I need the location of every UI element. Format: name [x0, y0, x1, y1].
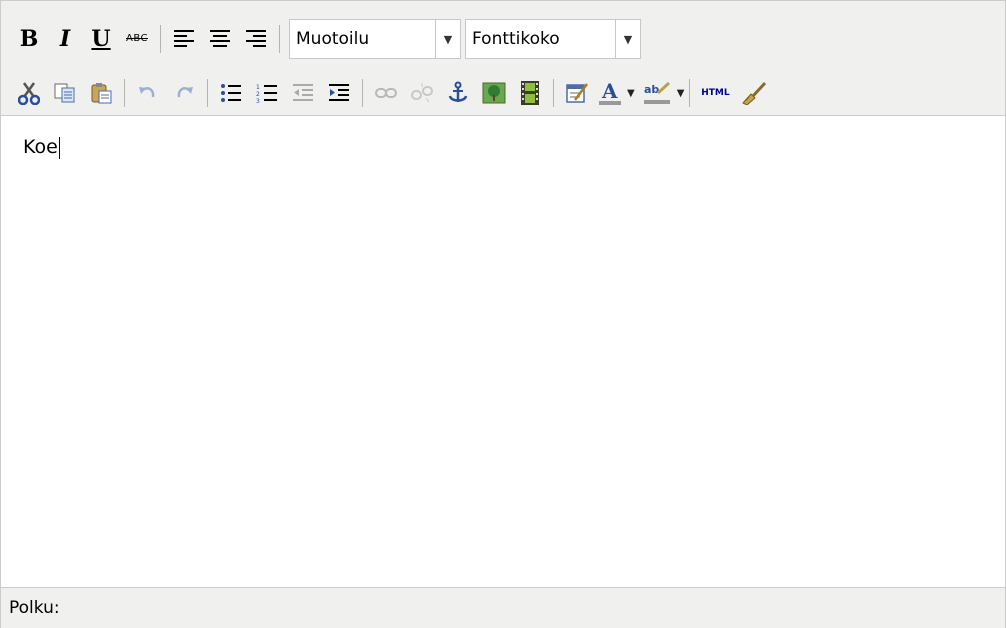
text-color-button[interactable]: A	[595, 75, 625, 111]
content-text: Koe	[23, 136, 58, 158]
chevron-down-icon[interactable]: ▼	[435, 20, 460, 58]
bullet-list-icon	[221, 84, 241, 102]
paste-button[interactable]	[83, 75, 119, 111]
align-left-button[interactable]	[166, 21, 202, 57]
italic-label: I	[59, 26, 71, 52]
numbered-list-icon: 123	[256, 84, 277, 103]
paste-icon	[91, 83, 112, 104]
svg-text:3: 3	[256, 98, 260, 103]
chevron-down-icon[interactable]: ▼	[627, 88, 635, 99]
indent-icon	[329, 84, 349, 101]
toolbar-row-2: 123 A ▼ ab ▼ HTML	[11, 73, 771, 113]
svg-text:2: 2	[256, 91, 260, 98]
fontsize-select-value: Fonttikoko	[472, 29, 560, 49]
toolbar-separator	[362, 79, 363, 107]
outdent-button[interactable]	[285, 75, 321, 111]
toolbar-separator	[124, 79, 125, 107]
toolbar-separator	[279, 25, 280, 53]
anchor-icon	[448, 81, 468, 102]
align-center-button[interactable]	[202, 21, 238, 57]
remove-format-icon	[742, 81, 767, 105]
bold-button[interactable]: B	[11, 21, 47, 57]
cut-button[interactable]	[11, 75, 47, 111]
toolbar-row-1: B I U ABC Muotoilu ▼ Fonttikoko ▼	[11, 19, 641, 59]
align-right-button[interactable]	[238, 21, 274, 57]
highlight-color-icon: ab	[643, 81, 670, 104]
redo-icon	[177, 87, 193, 98]
svg-text:A: A	[601, 80, 618, 103]
text-caret	[58, 136, 60, 159]
rich-text-editor: B I U ABC Muotoilu ▼ Fonttikoko ▼ 1 2 3 …	[0, 0, 1006, 628]
editor-content-area[interactable]: Koe	[1, 116, 1005, 586]
image-icon	[482, 82, 506, 104]
text-color-icon: A	[599, 80, 621, 105]
underline-button[interactable]: U	[83, 21, 119, 57]
svg-text:ab: ab	[644, 83, 659, 96]
strikethrough-label: ABC	[125, 33, 148, 44]
chevron-down-icon[interactable]: ▼	[677, 88, 685, 99]
bullet-list-button[interactable]	[213, 75, 249, 111]
chevron-down-icon[interactable]: ▼	[615, 20, 640, 58]
cut-icon	[18, 82, 40, 105]
unlink-button[interactable]	[404, 75, 440, 111]
svg-text:1: 1	[256, 84, 260, 91]
format-select[interactable]: Muotoilu ▼	[289, 19, 461, 59]
content-paragraph[interactable]: Koe	[23, 136, 60, 159]
align-center-icon	[210, 30, 230, 47]
redo-button[interactable]	[166, 75, 202, 111]
indent-button[interactable]	[321, 75, 357, 111]
toolbar-separator	[207, 79, 208, 107]
media-button[interactable]	[512, 75, 548, 111]
align-right-icon	[246, 30, 266, 47]
media-icon	[521, 81, 539, 105]
unlink-icon	[411, 83, 433, 103]
link-button[interactable]	[368, 75, 404, 111]
undo-icon	[139, 87, 155, 98]
toolbar-separator	[689, 79, 691, 107]
html-source-button[interactable]: HTML	[695, 75, 735, 111]
toolbar-separator	[160, 25, 161, 53]
cleanup-button[interactable]	[559, 75, 595, 111]
italic-button[interactable]: I	[47, 21, 83, 57]
toolbar-separator	[553, 79, 554, 107]
image-button[interactable]	[476, 75, 512, 111]
anchor-button[interactable]	[440, 75, 476, 111]
cleanup-icon	[566, 83, 588, 103]
numbered-list-button[interactable]: 123	[249, 75, 285, 111]
outdent-icon	[293, 84, 313, 101]
underline-label: U	[91, 26, 111, 52]
fontsize-select[interactable]: Fonttikoko ▼	[465, 19, 641, 59]
format-select-value: Muotoilu	[296, 29, 370, 49]
align-left-icon	[174, 30, 194, 47]
undo-button[interactable]	[130, 75, 166, 111]
html-source-icon: HTML	[701, 88, 730, 98]
link-icon	[375, 88, 397, 98]
highlight-color-button[interactable]: ab	[639, 75, 675, 111]
bold-label: B	[19, 26, 39, 52]
path-label: Polku:	[9, 598, 60, 618]
copy-icon	[54, 83, 75, 103]
editor-statusbar: Polku:	[1, 587, 1005, 628]
editor-toolbar: B I U ABC Muotoilu ▼ Fonttikoko ▼ 1 2 3 …	[1, 1, 1005, 116]
remove-format-button[interactable]	[735, 75, 771, 111]
strikethrough-button[interactable]: ABC	[119, 21, 155, 57]
copy-button[interactable]	[47, 75, 83, 111]
